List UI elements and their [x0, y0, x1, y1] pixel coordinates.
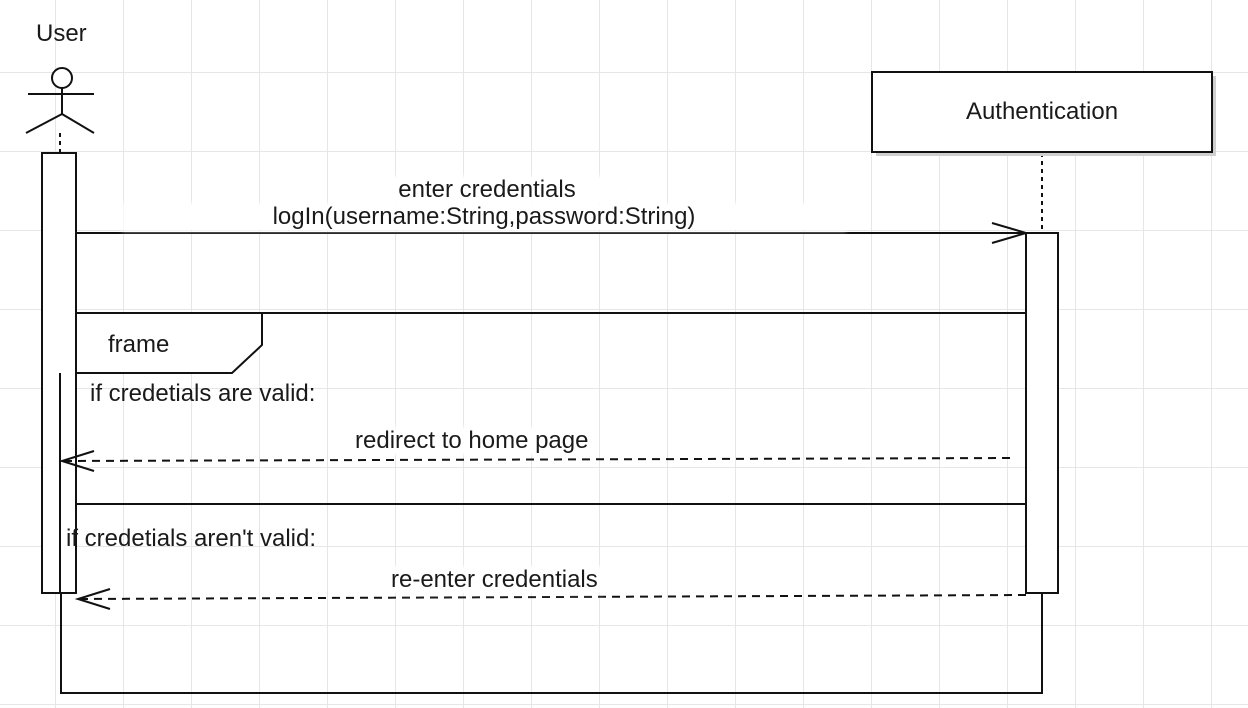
user-actor-icon: [25, 67, 95, 134]
login-message-caption: enter credentials: [338, 178, 636, 202]
reenter-message-arrow: [77, 594, 1027, 600]
redirect-message-arrow: [61, 457, 1011, 462]
guard-valid: if credetials are valid:: [90, 380, 316, 407]
redirect-message-label: redirect to home page: [352, 429, 592, 453]
fragment-label: frame: [108, 331, 170, 358]
reenter-message-label: re-enter credentials: [388, 568, 601, 592]
auth-object-label: Authentication: [965, 98, 1119, 125]
login-message-label: logIn(username:String,password:String): [124, 205, 844, 229]
guard-invalid: if credetials aren't valid:: [66, 525, 317, 552]
user-actor-label: User: [36, 20, 87, 47]
auth-activation-bar: [1025, 232, 1059, 594]
